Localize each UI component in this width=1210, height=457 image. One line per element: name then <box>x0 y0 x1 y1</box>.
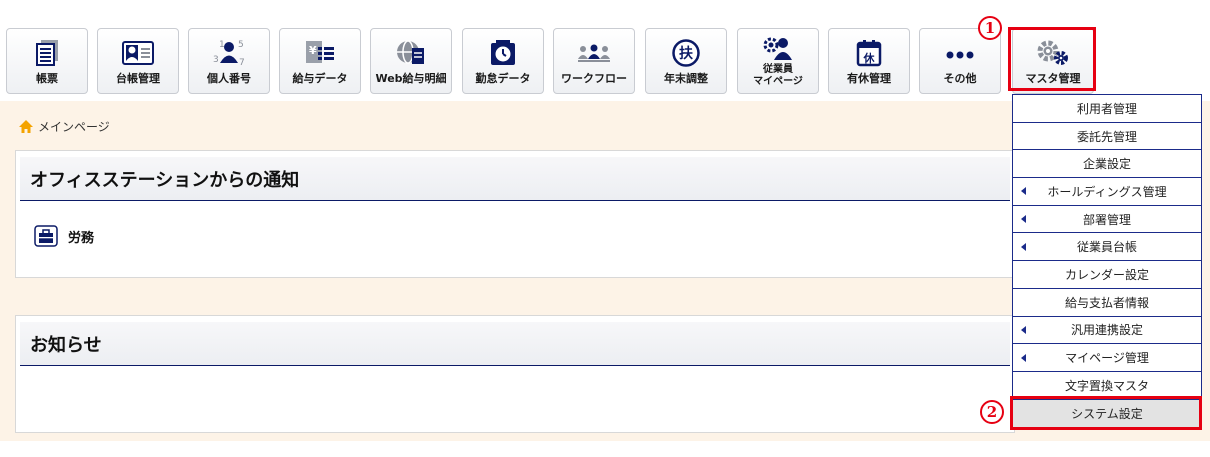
toolbar-button-label: その他 <box>943 72 977 85</box>
toolbar-button-ledger[interactable]: 台帳管理 <box>97 28 179 94</box>
people-flow-icon <box>577 37 611 69</box>
menu-item-general-integration-settings[interactable]: 汎用連携設定 <box>1013 316 1201 345</box>
toolbar-button-label: Web給与明細 <box>375 72 447 85</box>
menu-item-holdings-management[interactable]: ホールディングス管理 <box>1013 178 1201 206</box>
toolbar-button-forms[interactable]: 帳票 <box>6 28 88 94</box>
person-number-icon: 1537 <box>212 37 246 69</box>
breadcrumb-link-main-page[interactable]: メインページ <box>38 118 110 135</box>
menu-item-label: 企業設定 <box>1082 157 1131 172</box>
clock-icon <box>486 37 520 69</box>
step-marker-2: 2 <box>980 400 1004 424</box>
menu-item-system-settings[interactable]: システム設定 <box>1013 399 1201 428</box>
more-dots-icon <box>943 37 977 69</box>
menu-item-calendar-settings[interactable]: カレンダー設定 <box>1013 261 1201 289</box>
toolbar-button-label: 有休管理 <box>847 72 891 85</box>
breadcrumb: メインページ <box>18 118 110 135</box>
toolbar-button-label: ワークフロー <box>561 72 627 85</box>
toolbar-button-payroll-data[interactable]: ¥ 給与データ <box>279 28 361 94</box>
news-panel: お知らせ <box>15 315 1015 433</box>
svg-text:扶: 扶 <box>679 45 694 62</box>
submenu-arrow-icon <box>1021 242 1026 251</box>
toolbar-button-year-end-adjustment[interactable]: 扶 年末調整 <box>645 28 727 94</box>
menu-item-label: 利用者管理 <box>1076 101 1137 116</box>
fu-circle-icon: 扶 <box>669 37 703 69</box>
globe-document-icon <box>394 37 428 69</box>
employee-gear-icon <box>761 35 795 63</box>
submenu-arrow-icon <box>1021 325 1026 334</box>
submenu-arrow-icon <box>1021 215 1026 224</box>
id-card-icon <box>121 37 155 69</box>
menu-item-label: システム設定 <box>1071 406 1143 421</box>
toolbar-button-label: 給与データ <box>292 72 348 85</box>
menu-item-label: 委託先管理 <box>1076 129 1137 144</box>
toolbar-button-label: 帳票 <box>36 72 58 85</box>
svg-text:7: 7 <box>239 58 245 68</box>
menu-item-label: マイページ管理 <box>1065 351 1149 366</box>
menu-item-label: 給与支払者情報 <box>1064 295 1149 310</box>
menu-item-contractor-management[interactable]: 委託先管理 <box>1013 122 1201 151</box>
menu-item-department-management[interactable]: 部署管理 <box>1013 205 1201 234</box>
news-panel-title: お知らせ <box>20 322 1010 366</box>
toolbar-button-label-line2: マイページ <box>753 76 803 87</box>
toolbar-button-my-number[interactable]: 1537 個人番号 <box>188 28 270 94</box>
calendar-kyu-icon: 休 <box>852 37 886 69</box>
svg-text:5: 5 <box>238 40 244 50</box>
menu-item-company-settings[interactable]: 企業設定 <box>1013 150 1201 179</box>
notice-panel: オフィスステーションからの通知 労務 <box>15 150 1015 278</box>
toolbar-button-label: 台帳管理 <box>116 72 160 85</box>
toolbar-button-employee-mypage[interactable]: 従業員 マイページ <box>737 28 819 94</box>
svg-text:3: 3 <box>213 55 219 65</box>
notice-panel-title: オフィスステーションからの通知 <box>20 157 1010 201</box>
menu-item-label: 文字置換マスタ <box>1064 378 1149 393</box>
svg-text:1: 1 <box>219 40 225 50</box>
svg-text:休: 休 <box>863 51 876 65</box>
yen-list-icon: ¥ <box>303 37 337 69</box>
main-toolbar: 帳票 台帳管理 1537 個人番号 ¥ 給与データ Web給与明細 勤怠データ <box>0 0 1210 100</box>
toolbar-button-web-payslip[interactable]: Web給与明細 <box>370 28 452 94</box>
toolbar-button-workflow[interactable]: ワークフロー <box>553 28 635 94</box>
svg-text:¥: ¥ <box>309 44 317 57</box>
master-management-dropdown: 利用者管理 委託先管理 企業設定 ホールディングス管理 部署管理 従業員台帳 カ… <box>1012 94 1202 429</box>
menu-item-label: 従業員台帳 <box>1076 240 1137 255</box>
gears-icon <box>1036 37 1070 69</box>
toolbar-button-label-line1: 従業員 <box>763 64 793 75</box>
menu-item-user-management[interactable]: 利用者管理 <box>1013 95 1201 123</box>
notice-row-label: 労務 <box>68 230 95 246</box>
menu-item-employee-ledger[interactable]: 従業員台帳 <box>1013 233 1201 262</box>
notice-row-labor[interactable]: 労務 <box>16 225 1014 247</box>
toolbar-button-label: 年末調整 <box>664 72 708 85</box>
menu-item-label: カレンダー設定 <box>1064 267 1149 282</box>
step-marker-1: 1 <box>978 16 1002 40</box>
submenu-arrow-icon <box>1021 353 1026 362</box>
briefcase-icon <box>34 225 58 247</box>
menu-item-character-replacement-master[interactable]: 文字置換マスタ <box>1013 371 1201 400</box>
menu-item-payer-info[interactable]: 給与支払者情報 <box>1013 288 1201 317</box>
toolbar-button-label: 個人番号 <box>207 72 251 85</box>
toolbar-button-paid-leave[interactable]: 休 有休管理 <box>828 28 910 94</box>
toolbar-button-label: マスタ管理 <box>1025 72 1081 85</box>
toolbar-button-master-management[interactable]: マスタ管理 <box>1012 28 1094 94</box>
toolbar-button-attendance-data[interactable]: 勤怠データ <box>462 28 544 94</box>
submenu-arrow-icon <box>1021 187 1026 196</box>
menu-item-label: 汎用連携設定 <box>1070 323 1143 338</box>
document-stack-icon <box>30 37 64 69</box>
menu-item-label: 部署管理 <box>1082 212 1131 227</box>
menu-item-label: ホールディングス管理 <box>1047 184 1167 199</box>
menu-item-mypage-management[interactable]: マイページ管理 <box>1013 344 1201 372</box>
toolbar-button-label: 勤怠データ <box>475 72 531 85</box>
home-icon[interactable] <box>18 119 34 135</box>
